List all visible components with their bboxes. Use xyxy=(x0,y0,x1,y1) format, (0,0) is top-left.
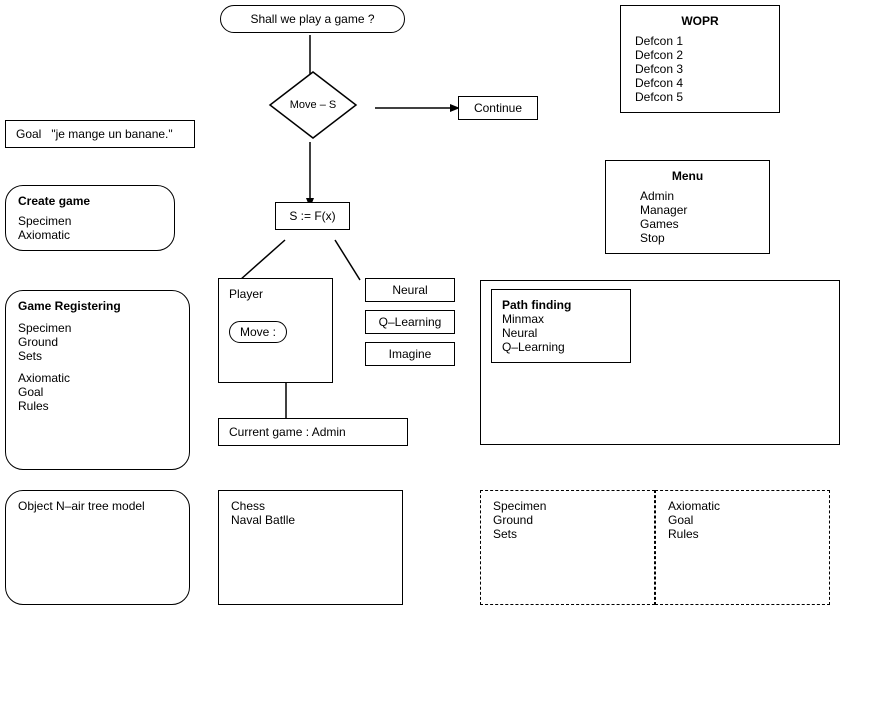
axiomatic-goal-rules-box: Axiomatic Goal Rules xyxy=(655,490,830,605)
specimen-ground-sets-box: Specimen Ground Sets xyxy=(480,490,655,605)
s-function-label: S := F(x) xyxy=(289,209,335,223)
continue-label: Continue xyxy=(474,101,522,115)
goal-value: "je mange un banane." xyxy=(51,127,172,141)
create-game-box: Create game Specimen Axiomatic xyxy=(5,185,175,251)
wopr-title: WOPR xyxy=(635,14,765,28)
start-label: Shall we play a game ? xyxy=(250,12,374,26)
object-model-label: Object N–air tree model xyxy=(18,499,177,513)
start-box: Shall we play a game ? xyxy=(220,5,405,33)
imagine-label: Imagine xyxy=(389,347,432,361)
chess-naval-box: Chess Naval Batlle xyxy=(218,490,403,605)
game-registering-box: Game Registering Specimen Ground Sets Ax… xyxy=(5,290,190,470)
menu-box: Menu Admin Manager Games Stop xyxy=(605,160,770,254)
wopr-box: WOPR Defcon 1 Defcon 2 Defcon 3 Defcon 4… xyxy=(620,5,780,113)
svg-text:Move – S: Move – S xyxy=(290,99,336,111)
wopr-items: Defcon 1 Defcon 2 Defcon 3 Defcon 4 Defc… xyxy=(635,34,765,104)
q-learning-label: Q–Learning xyxy=(379,315,442,329)
current-game-label: Current game : Admin xyxy=(229,425,346,439)
player-title: Player xyxy=(229,287,322,301)
path-finding-inner-box: Path finding Minmax Neural Q–Learning xyxy=(491,289,631,363)
neural-label: Neural xyxy=(392,283,427,297)
q-learning-box: Q–Learning xyxy=(365,310,455,334)
path-finding-outer-box: Path finding Minmax Neural Q–Learning Ga… xyxy=(480,280,840,445)
goal-label: Goal xyxy=(16,127,51,141)
neural-box: Neural xyxy=(365,278,455,302)
game-registering-title: Game Registering xyxy=(18,299,177,313)
move-button[interactable]: Move : xyxy=(229,321,287,343)
s-function-box: S := F(x) xyxy=(275,202,350,230)
current-game-box: Current game : Admin xyxy=(218,418,408,446)
diamond-move: Move – S xyxy=(268,70,358,140)
object-model-box: Object N–air tree model xyxy=(5,490,190,605)
menu-title: Menu xyxy=(620,169,755,183)
player-box: Player Move : xyxy=(218,278,333,383)
goal-box: Goal "je mange un banane." xyxy=(5,120,195,148)
continue-box: Continue xyxy=(458,96,538,120)
create-game-title: Create game xyxy=(18,194,162,208)
imagine-box: Imagine xyxy=(365,342,455,366)
